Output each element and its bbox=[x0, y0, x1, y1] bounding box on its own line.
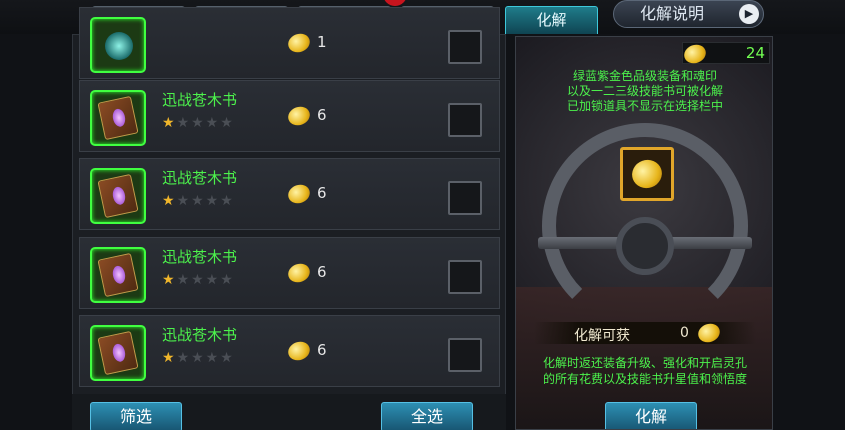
skill-book-icon bbox=[97, 252, 139, 298]
item-checkbox[interactable] bbox=[448, 338, 482, 372]
dissolve-description: 化解时返还装备升级、强化和开启灵孔 的所有花费以及技能书升星值和领悟度 bbox=[542, 356, 747, 386]
item-thumbnail bbox=[90, 247, 146, 303]
gain-label: 化解可获 bbox=[574, 328, 630, 344]
dissolve-gain: 化解可获 0 bbox=[534, 320, 756, 346]
disk-core bbox=[616, 217, 674, 275]
gold-coin-icon bbox=[285, 103, 313, 128]
list-action-bar: 筛选 全选 bbox=[72, 394, 506, 430]
item-checkbox[interactable] bbox=[448, 103, 482, 137]
item-price: 6 bbox=[285, 103, 327, 128]
gold-coin-icon bbox=[695, 320, 723, 346]
skill-book-icon bbox=[97, 173, 139, 219]
item-price: 6 bbox=[285, 181, 327, 206]
item-thumbnail bbox=[90, 17, 146, 73]
star-rating: ★★★★★ bbox=[162, 115, 235, 131]
item-name: 迅战苍木书 bbox=[162, 169, 238, 187]
item-checkbox[interactable] bbox=[448, 30, 482, 64]
list-item[interactable]: 1 bbox=[79, 7, 500, 79]
item-name: 迅战苍木书 bbox=[162, 326, 238, 344]
item-thumbnail bbox=[90, 168, 146, 224]
filter-button[interactable]: 筛选 bbox=[90, 402, 182, 430]
item-checkbox[interactable] bbox=[448, 181, 482, 215]
gold-coin-icon bbox=[285, 30, 313, 55]
gain-value: 0 bbox=[680, 325, 689, 341]
play-arrow-icon: ▶ bbox=[739, 4, 759, 24]
star-rating: ★★★★★ bbox=[162, 193, 235, 209]
help-button-label: 化解说明 bbox=[640, 4, 705, 23]
item-name: 迅战苍木书 bbox=[162, 91, 238, 109]
item-name: 迅战苍木书 bbox=[162, 248, 238, 266]
item-checkbox[interactable] bbox=[448, 260, 482, 294]
item-price: 1 bbox=[285, 30, 327, 55]
list-item[interactable]: 迅战苍木书 ★★★★★ 6 bbox=[79, 158, 500, 230]
star-rating: ★★★★★ bbox=[162, 350, 235, 366]
list-item[interactable]: 迅战苍木书 ★★★★★ 6 bbox=[79, 315, 500, 387]
dissolve-help-button[interactable]: 化解说明 ▶ bbox=[613, 0, 764, 28]
gold-coin-icon bbox=[285, 338, 313, 363]
dissolve-info: 绿蓝紫金色品级装备和魂印 以及一二三级技能书可被化解 已加锁道具不显示在选择栏中 bbox=[566, 69, 723, 113]
dissolve-button[interactable]: 化解 bbox=[605, 402, 697, 429]
item-price: 6 bbox=[285, 338, 327, 363]
orb-icon bbox=[105, 32, 133, 60]
select-all-button[interactable]: 全选 bbox=[381, 402, 473, 430]
item-thumbnail bbox=[90, 90, 146, 146]
skill-book-icon bbox=[97, 330, 139, 376]
dissolve-panel: 24 绿蓝紫金色品级装备和魂印 以及一二三级技能书可被化解 已加锁道具不显示在选… bbox=[515, 36, 773, 430]
star-rating: ★★★★★ bbox=[162, 272, 235, 288]
skill-book-icon bbox=[97, 95, 139, 141]
item-thumbnail bbox=[90, 325, 146, 381]
item-price: 6 bbox=[285, 260, 327, 285]
list-item[interactable]: 迅战苍木书 ★★★★★ 6 bbox=[79, 80, 500, 152]
gold-ingot-icon bbox=[628, 155, 666, 193]
gold-coin-icon bbox=[285, 260, 313, 285]
item-list-panel: 1 迅战苍木书 ★★★★★ 6 迅战苍木书 ★★★★★ 6 迅战苍木书 ★★★★… bbox=[72, 7, 506, 430]
gold-coin-icon bbox=[285, 181, 313, 206]
list-item[interactable]: 迅战苍木书 ★★★★★ 6 bbox=[79, 237, 500, 309]
tab-dissolve[interactable]: 化解 bbox=[505, 6, 598, 34]
dissolve-slot[interactable] bbox=[620, 147, 674, 201]
